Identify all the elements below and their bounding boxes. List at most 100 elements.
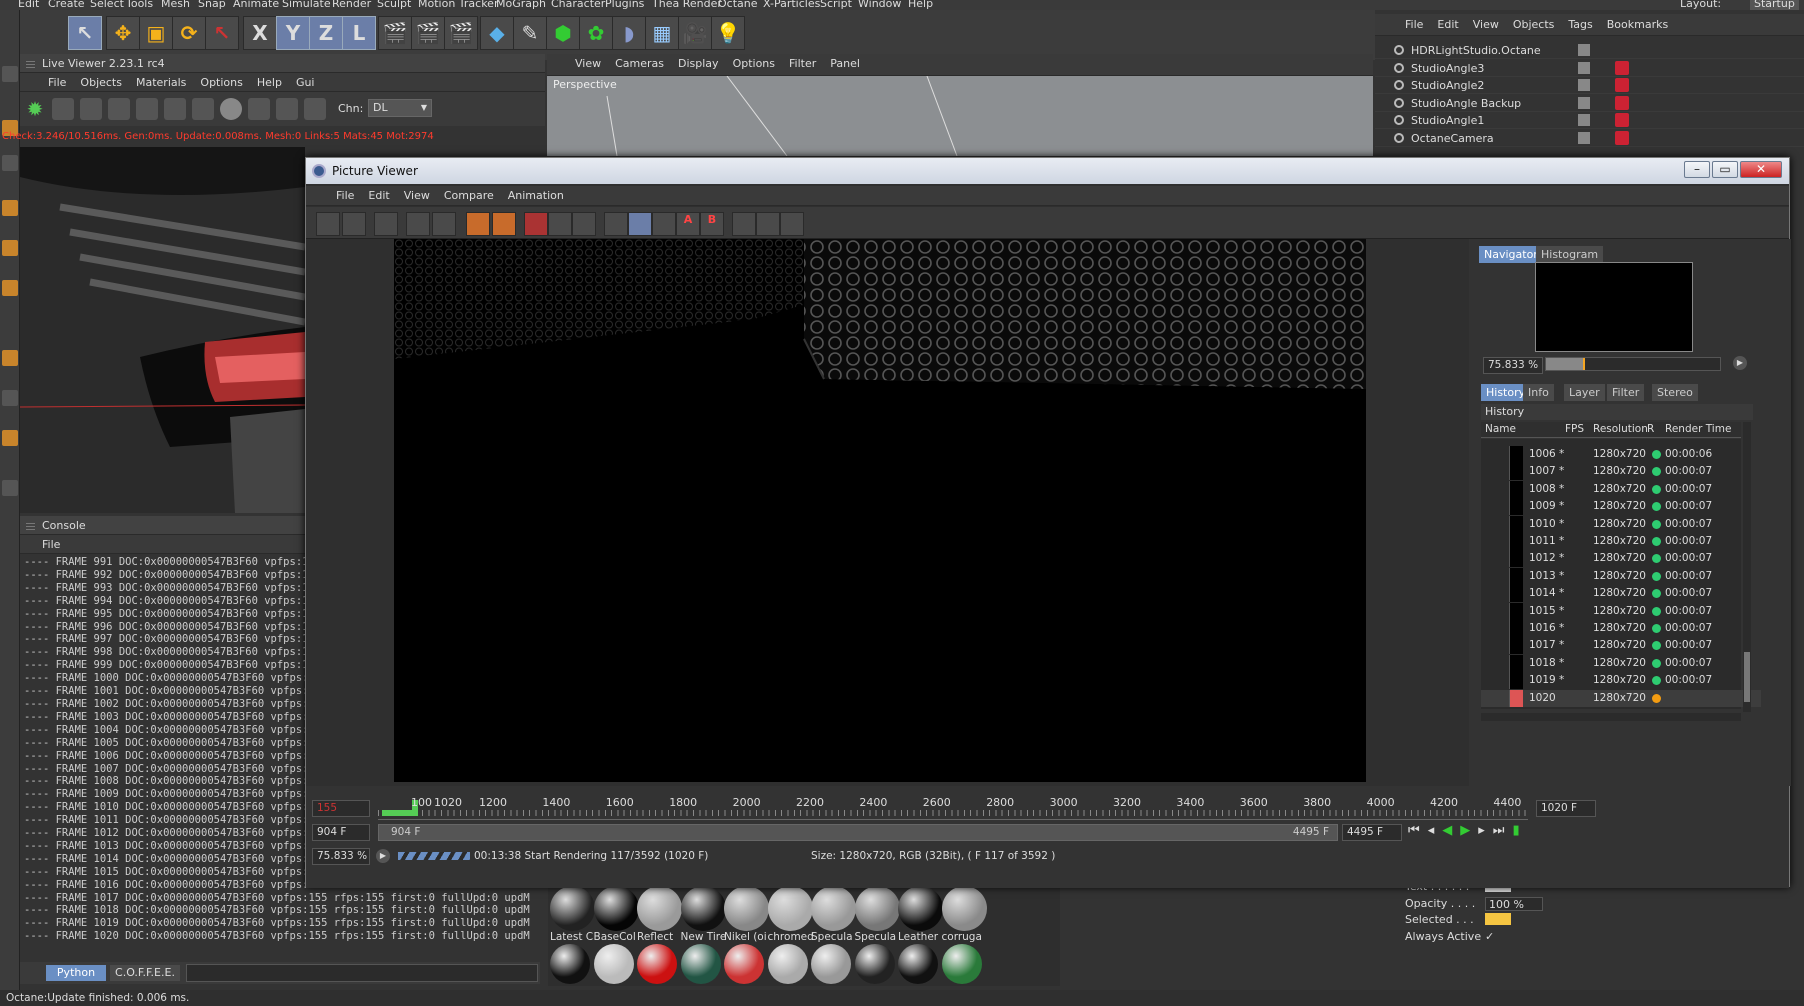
object-row[interactable]: OctaneCamera [1375, 130, 1804, 147]
rendered-image[interactable] [394, 239, 1366, 782]
loop-icon[interactable]: ▮ [1512, 823, 1527, 838]
lv-menu-file[interactable]: File [48, 73, 66, 92]
y-axis-icon[interactable]: Y [276, 16, 310, 50]
swap-icon[interactable] [732, 212, 756, 236]
material-swatch[interactable] [637, 886, 682, 931]
octane-tag-icon[interactable] [1615, 60, 1629, 75]
menu-character[interactable]: Character [551, 0, 605, 10]
play-icon[interactable]: ▶ [1733, 356, 1747, 370]
history-row[interactable]: 1006 * 1280x720 00:00:06 [1481, 446, 1761, 463]
open-file-icon[interactable] [316, 212, 340, 236]
menu-simulate[interactable]: Simulate [282, 0, 331, 10]
navigator-zoom-slider[interactable] [1545, 357, 1721, 371]
zoom-slider-handle[interactable] [1583, 358, 1585, 370]
material-swatch[interactable] [724, 886, 769, 931]
menu-create[interactable]: Create [48, 0, 85, 10]
history-column-header[interactable]: Name [1485, 423, 1516, 435]
set-a-icon[interactable]: A [676, 212, 700, 236]
navigator-thumbnail[interactable] [1535, 262, 1693, 352]
tab-stereo[interactable]: Stereo [1652, 384, 1698, 401]
split-compare-icon[interactable] [628, 212, 652, 236]
console-input[interactable] [186, 964, 538, 982]
start-frame-field[interactable]: 155 [312, 800, 370, 817]
move-tool-icon[interactable]: ✥ [106, 16, 140, 50]
deformer-icon[interactable]: ◗ [612, 16, 646, 50]
lv-menu-gui[interactable]: Gui [296, 73, 315, 92]
menu-script[interactable]: Script [820, 0, 852, 10]
menu-mograph[interactable]: MoGraph [496, 0, 546, 10]
visibility-icon[interactable] [1578, 44, 1590, 56]
pause-icon[interactable] [80, 98, 102, 120]
axis-mode-icon[interactable] [2, 430, 18, 446]
history-row[interactable]: 1011 * 1280x720 00:00:07 [1481, 533, 1761, 550]
octane-tag-icon[interactable] [1615, 95, 1629, 110]
go-to-end-icon[interactable]: ⏭ [1493, 823, 1513, 838]
stop-icon[interactable] [108, 98, 130, 120]
maximize-icon[interactable]: ▭ [1712, 161, 1738, 178]
viewport-menu-cameras[interactable]: Cameras [615, 54, 664, 73]
region-render-icon[interactable] [524, 212, 548, 236]
workplane-icon[interactable] [2, 390, 18, 406]
layout-dropdown[interactable]: Startup [1750, 0, 1799, 10]
history-row[interactable]: 1013 * 1280x720 00:00:07 [1481, 567, 1761, 585]
viewport-menu-filter[interactable]: Filter [789, 54, 816, 73]
current-frame-field[interactable]: 1020 F [1536, 800, 1596, 817]
range-slider[interactable]: 904 F 4495 F [378, 824, 1338, 841]
tab-python[interactable]: Python [46, 965, 106, 981]
om-menu-objects[interactable]: Objects [1513, 14, 1555, 36]
visibility-icon[interactable] [1578, 61, 1590, 74]
attribute-value[interactable]: ✓ [1485, 930, 1494, 943]
history-row[interactable]: 1014 * 1280x720 00:00:07 [1481, 585, 1761, 603]
channel-dropdown[interactable]: DL ▼ [368, 99, 432, 117]
paste-icon[interactable] [492, 212, 516, 236]
film-strip-icon[interactable] [406, 212, 430, 236]
material-swatch[interactable] [898, 886, 943, 931]
pv-menu-file[interactable]: File [336, 186, 354, 206]
camera-icon[interactable]: 🎥 [678, 16, 712, 50]
om-menu-file[interactable]: File [1405, 14, 1423, 36]
texture-mode-icon[interactable] [2, 280, 18, 296]
om-menu-edit[interactable]: Edit [1437, 14, 1458, 36]
focus-pick-icon[interactable] [276, 98, 298, 120]
history-column-header[interactable]: R [1647, 423, 1654, 435]
view-icon[interactable] [572, 212, 596, 236]
region-icon[interactable] [136, 98, 158, 120]
menu-window[interactable]: Window [858, 0, 901, 10]
recent-tool-icon[interactable]: ↖ [205, 16, 239, 50]
material-swatch[interactable] [550, 944, 590, 984]
history-scrollbar[interactable] [1743, 422, 1751, 712]
ab-diff-icon[interactable] [652, 212, 676, 236]
restart-icon[interactable] [52, 98, 74, 120]
history-row[interactable]: 1015 * 1280x720 00:00:07 [1481, 602, 1761, 620]
octane-tag-icon[interactable] [1615, 130, 1629, 145]
zoom-field[interactable]: 75.833 % [312, 848, 370, 865]
history-column-header[interactable]: FPS [1565, 423, 1584, 435]
material-swatch[interactable] [941, 886, 987, 931]
material-swatch[interactable] [811, 886, 856, 931]
copy-icon[interactable] [466, 212, 490, 236]
object-row[interactable]: StudioAngle2 [1375, 77, 1804, 94]
play-backward-icon[interactable]: ◀ [1442, 823, 1460, 838]
model-mode-icon[interactable] [2, 240, 18, 256]
z-axis-icon[interactable]: Z [309, 16, 343, 50]
console-menu-file[interactable]: File [42, 538, 60, 551]
visibility-icon[interactable] [1578, 131, 1590, 144]
render-picture-viewer-icon[interactable]: 🎬 [411, 16, 445, 50]
go-to-start-icon[interactable]: ⏮ [1408, 823, 1428, 838]
material-swatch[interactable] [724, 944, 764, 984]
viewport-menu-display[interactable]: Display [678, 54, 719, 73]
menu-plugins[interactable]: Plugins [605, 0, 644, 10]
light-icon[interactable]: 💡 [711, 16, 745, 50]
material-sphere-icon[interactable] [220, 98, 242, 120]
menu-render[interactable]: Render [332, 0, 371, 10]
menu-motion-tracker[interactable]: Motion Tracker [418, 0, 498, 10]
frame-left-field[interactable]: 904 F [312, 824, 370, 841]
lv-menu-options[interactable]: Options [200, 73, 242, 92]
object-row[interactable]: HDRLightStudio.Octane [1375, 42, 1804, 59]
tab-histogram[interactable]: Histogram [1536, 246, 1604, 263]
rotate-tool-icon[interactable]: ⟳ [172, 16, 206, 50]
history-row[interactable]: 1012 * 1280x720 00:00:07 [1481, 550, 1761, 568]
render-view-icon[interactable]: 🎬 [378, 16, 412, 50]
material-pick-icon[interactable] [304, 98, 326, 120]
octane-tag-icon[interactable] [1615, 113, 1629, 127]
